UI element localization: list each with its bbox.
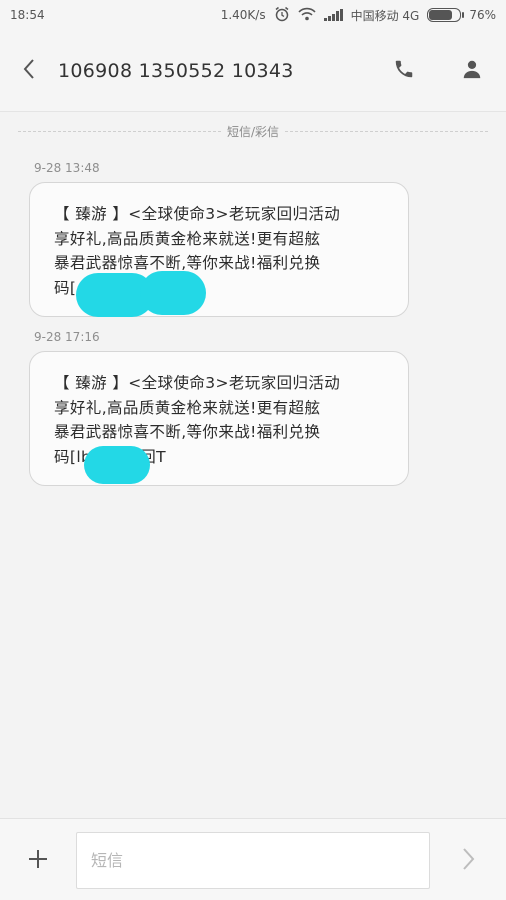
message-line: 享好礼,高品质黄金枪来就送!更有超舷 — [54, 398, 321, 417]
message-bubble[interactable]: 【 臻游 】<全球使命3>老玩家回归活动 享好礼,高品质黄金枪来就送!更有超舷 … — [29, 182, 409, 317]
send-icon — [461, 847, 475, 875]
message-line: 享好礼,高品质黄金枪来就送!更有超舷 — [54, 229, 321, 248]
back-button[interactable] — [0, 30, 58, 112]
conversation-header: 106908 1350552 10343 — [0, 30, 506, 112]
message-line: 暴君武器惊喜不断,等你来战!福利兑换 — [54, 254, 321, 272]
attach-button[interactable] — [18, 841, 58, 881]
message-line: 【 臻游 】<全球使命3>老玩家回归活动 — [54, 374, 341, 392]
battery-percent: 76% — [469, 8, 496, 22]
signal-icon — [323, 9, 343, 21]
message-input[interactable] — [76, 832, 430, 889]
plus-icon — [27, 848, 49, 874]
send-button[interactable] — [450, 841, 486, 881]
message-line: 暴君武器惊喜不断,等你来战!福利兑换 — [54, 423, 321, 441]
status-indicators: 1.40K/s 中国移动 4G 76% — [221, 6, 496, 25]
contact-icon — [461, 58, 483, 84]
back-icon — [22, 58, 36, 84]
contact-title: 106908 1350552 10343 — [58, 59, 294, 82]
status-bar: 18:54 1.40K/s 中国移动 4G 76% — [0, 0, 506, 30]
thread-divider: 短信/彩信 — [18, 122, 489, 140]
message-timestamp: 9-28 13:48 — [34, 161, 100, 175]
battery-icon — [427, 8, 465, 22]
divider-line — [285, 130, 489, 132]
call-button[interactable] — [370, 30, 438, 112]
redaction-mark — [140, 271, 206, 315]
net-speed: 1.40K/s — [220, 8, 266, 22]
message-timestamp: 9-28 17:16 — [34, 330, 100, 344]
phone-icon — [393, 58, 415, 84]
wifi-icon — [297, 7, 316, 24]
alarm-icon — [274, 6, 290, 25]
composer-bar — [0, 818, 506, 900]
redaction-mark — [84, 446, 150, 484]
message-line: 【 臻游 】<全球使命3>老玩家回归活动 — [54, 205, 341, 223]
status-time: 18:54 — [10, 8, 45, 22]
divider-label: 短信/彩信 — [226, 124, 280, 139]
contact-button[interactable] — [438, 30, 506, 112]
carrier-label: 中国移动 4G — [350, 8, 420, 23]
divider-line — [18, 130, 221, 132]
message-bubble[interactable]: 【 臻游 】<全球使命3>老玩家回归活动 享好礼,高品质黄金枪来就送!更有超舷 … — [29, 351, 409, 486]
